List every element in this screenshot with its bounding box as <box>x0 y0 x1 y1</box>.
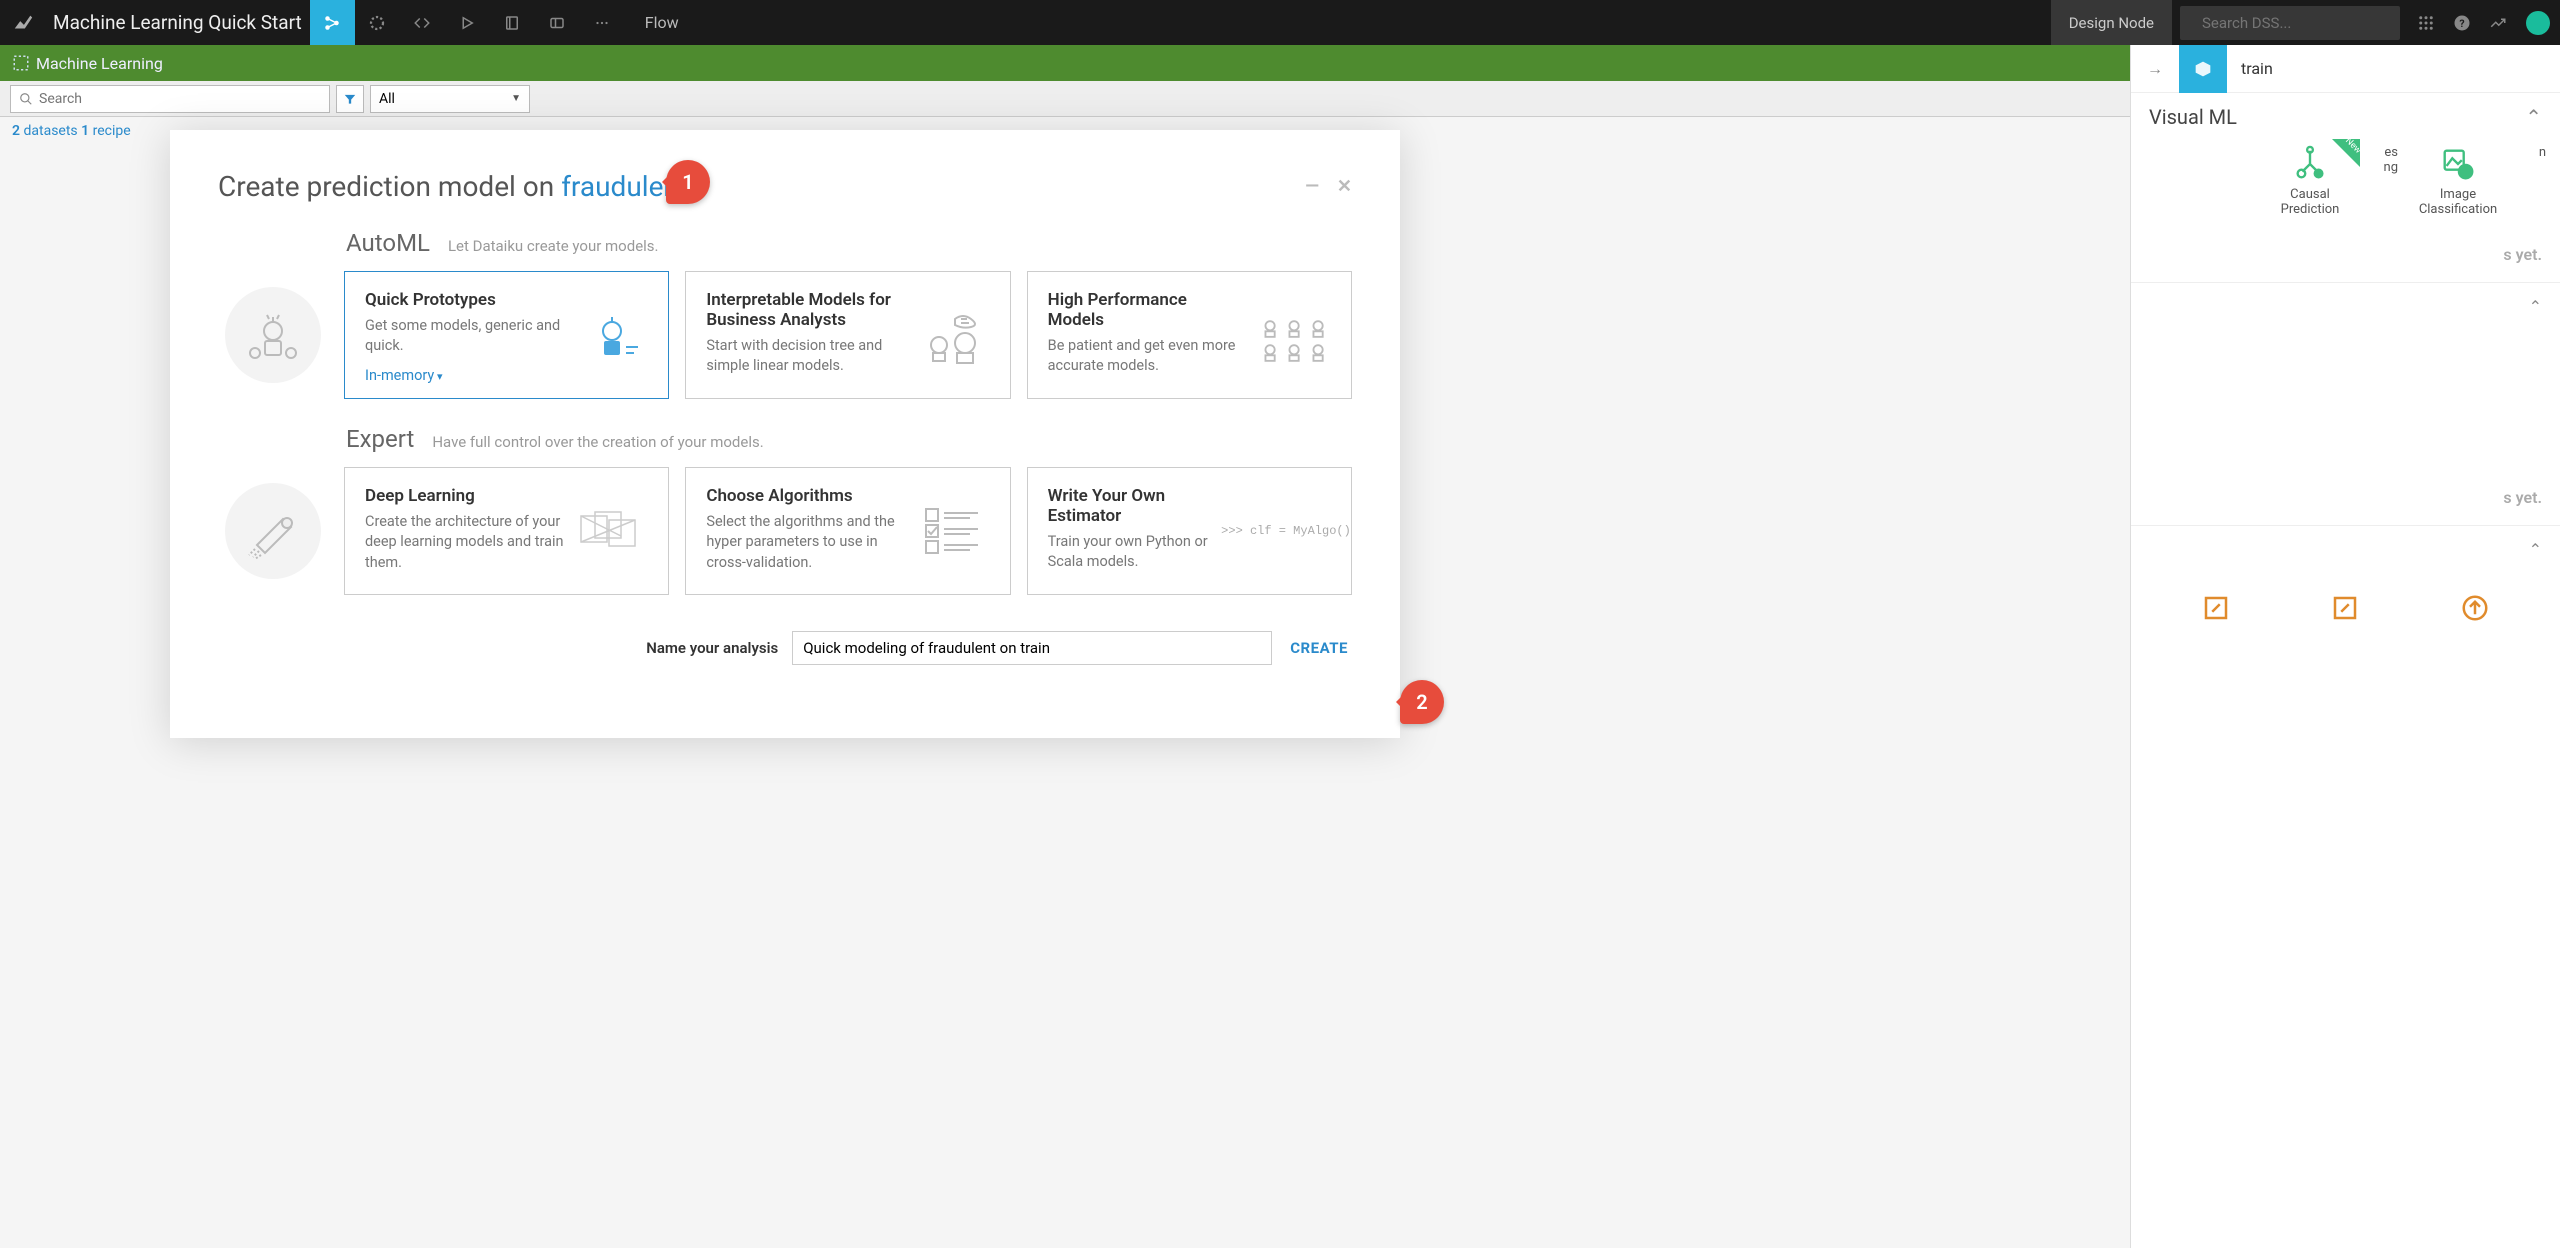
estimator-code-icon: >>> clf = MyAlgo() <box>1241 486 1331 576</box>
dashboard-tool-icon[interactable] <box>535 0 580 45</box>
modal-footer: Name your analysis CREATE <box>218 631 1352 665</box>
card-interpretable-models[interactable]: Interpretable Models for Business Analys… <box>685 271 1010 399</box>
modal-title: Create prediction model on fraudulent <box>218 170 699 203</box>
top-bar: Machine Learning Quick Start Flow Design… <box>0 0 2560 45</box>
deep-learning-icon <box>576 486 648 576</box>
accordion-2[interactable]: ⌃ <box>2131 525 2560 573</box>
automl-icon <box>218 271 328 399</box>
card-own-estimator[interactable]: Write Your Own Estimator Train your own … <box>1027 467 1352 595</box>
right-panel: → train Visual ML ⌃ Causal Prediction es… <box>2130 45 2560 1248</box>
engine-dropdown[interactable]: In-memory <box>365 367 443 384</box>
expert-heading: Expert <box>346 425 414 453</box>
svg-text:?: ? <box>2459 16 2464 29</box>
design-node-label[interactable]: Design Node <box>2051 0 2172 45</box>
accordion-1[interactable]: ⌃ <box>2131 282 2560 330</box>
logo-bird-icon[interactable] <box>0 0 45 45</box>
flow-search-input[interactable] <box>39 91 321 107</box>
filter-select[interactable]: All <box>370 85 530 113</box>
empty-state-2: s yet. <box>2131 470 2560 525</box>
create-button[interactable]: CREATE <box>1286 633 1352 663</box>
circle-tool-icon[interactable] <box>355 0 400 45</box>
dataset-count: 2 <box>12 123 20 139</box>
edit-icon-1[interactable] <box>2201 593 2231 623</box>
flow-label[interactable]: Flow <box>645 13 679 32</box>
interpretable-icon <box>918 290 990 380</box>
expert-section-header: Expert Have full control over the creati… <box>346 425 1352 453</box>
global-search-input[interactable] <box>2202 14 2401 32</box>
ml-card-image[interactable]: Image Classification <box>2408 139 2508 223</box>
modal-titlebar: Create prediction model on fraudulent — … <box>218 170 1352 203</box>
dataset-name[interactable]: train <box>2227 59 2287 78</box>
ml-card-truncated-2[interactable]: n <box>2512 139 2552 223</box>
help-icon[interactable]: ? <box>2444 0 2480 45</box>
callout-1: 1 <box>666 160 710 204</box>
book-tool-icon[interactable] <box>490 0 535 45</box>
upload-icon[interactable] <box>2460 593 2490 623</box>
card-deep-learning[interactable]: Deep Learning Create the architecture of… <box>344 467 669 595</box>
quick-prototypes-icon <box>576 290 648 380</box>
activity-icon[interactable] <box>2480 0 2516 45</box>
edit-icon-2[interactable] <box>2330 593 2360 623</box>
apps-grid-icon[interactable] <box>2408 0 2444 45</box>
card-quick-prototypes[interactable]: Quick Prototypes Get some models, generi… <box>344 271 669 399</box>
code-tool-icon[interactable] <box>400 0 445 45</box>
filter-icon[interactable] <box>336 85 364 113</box>
user-avatar[interactable] <box>2526 11 2550 35</box>
automl-section-header: AutoML Let Dataiku create your models. <box>346 229 1352 257</box>
card-choose-algorithms[interactable]: Choose Algorithms Select the algorithms … <box>685 467 1010 595</box>
panel-collapse-icon[interactable]: → <box>2131 59 2179 79</box>
flow-search[interactable] <box>10 85 330 113</box>
datasets-link[interactable]: datasets <box>23 123 77 139</box>
automl-subtitle: Let Dataiku create your models. <box>448 237 659 255</box>
close-icon[interactable]: ✕ <box>1337 176 1352 197</box>
project-title[interactable]: Machine Learning Quick Start <box>45 11 310 34</box>
ml-card-truncated-1[interactable]: es ng <box>2364 139 2404 223</box>
selection-icon <box>12 54 36 72</box>
play-tool-icon[interactable] <box>445 0 490 45</box>
global-search[interactable] <box>2180 6 2400 40</box>
chevron-up-icon: ⌃ <box>2525 105 2542 129</box>
expert-subtitle: Have full control over the creation of y… <box>432 433 763 451</box>
recipe-count: 1 <box>81 123 89 139</box>
flow-tool-icon[interactable] <box>310 0 355 45</box>
create-prediction-modal: Create prediction model on fraudulent — … <box>170 130 1400 738</box>
empty-state-1: s yet. <box>2131 227 2560 282</box>
new-badge <box>2332 139 2360 167</box>
analysis-name-input[interactable] <box>792 631 1272 665</box>
chevron-up-icon: ⌃ <box>2529 540 2542 559</box>
recipes-link[interactable]: recipe <box>93 123 131 139</box>
more-tool-icon[interactable] <box>580 0 625 45</box>
minimize-icon[interactable]: — <box>1305 176 1319 197</box>
analysis-name-label: Name your analysis <box>646 639 778 657</box>
high-performance-icon <box>1259 290 1331 380</box>
dataset-icon <box>2179 45 2227 93</box>
chevron-up-icon: ⌃ <box>2529 297 2542 316</box>
automl-heading: AutoML <box>346 229 430 257</box>
card-high-performance[interactable]: High Performance Models Be patient and g… <box>1027 271 1352 399</box>
callout-2: 2 <box>1400 680 1444 724</box>
expert-icon <box>218 467 328 595</box>
ml-card-causal[interactable]: Causal Prediction <box>2260 139 2360 223</box>
ml-options-grid: Causal Prediction es ng Image Classifica… <box>2131 135 2560 227</box>
choose-algorithms-icon <box>918 486 990 576</box>
right-panel-header: → train <box>2131 45 2560 93</box>
bottom-action-icons <box>2131 573 2560 643</box>
visual-ml-header[interactable]: Visual ML ⌃ <box>2131 93 2560 135</box>
